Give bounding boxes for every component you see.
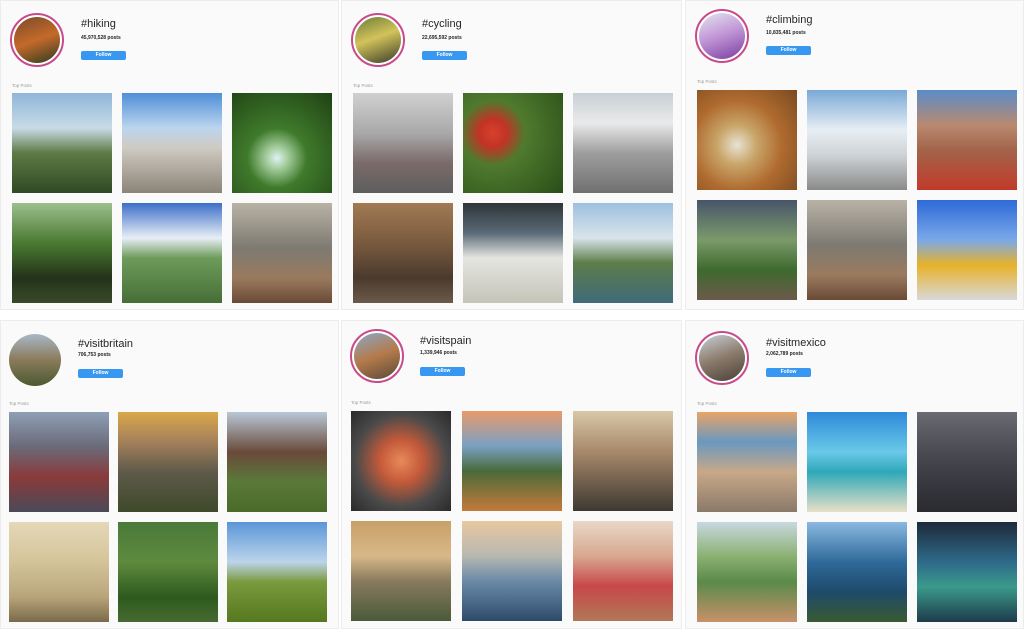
post-thumbnail[interactable] (917, 200, 1017, 300)
tag-panel-cycling: #cycling 22,695,592 posts Follow Top Pos… (341, 0, 682, 310)
top-posts-label: Top Posts (9, 401, 29, 406)
post-thumbnail[interactable] (697, 200, 797, 300)
top-posts-label: Top Posts (12, 83, 32, 88)
post-thumbnail[interactable] (917, 90, 1017, 190)
tag-panel-hiking: #hiking 45,970,528 posts Follow Top Post… (0, 0, 339, 310)
top-posts-label: Top Posts (697, 79, 717, 84)
top-posts-grid (12, 93, 332, 303)
hashtag-title: #climbing (766, 14, 813, 26)
post-thumbnail[interactable] (917, 522, 1017, 622)
post-thumbnail[interactable] (573, 203, 673, 303)
top-posts-grid (351, 411, 673, 621)
profile-avatar[interactable] (10, 13, 64, 67)
follow-button[interactable]: Follow (420, 367, 465, 376)
tag-panel-climbing: #climbing 10,835,481 posts Follow Top Po… (685, 0, 1024, 310)
follow-button[interactable]: Follow (422, 51, 467, 60)
profile-avatar[interactable] (350, 329, 404, 383)
post-count: 10,835,481 posts (766, 30, 806, 36)
hashtag-title: #hiking (81, 18, 116, 30)
hashtag-title: #visitmexico (766, 337, 826, 349)
post-thumbnail[interactable] (118, 522, 218, 622)
hashtag-title: #visitspain (420, 335, 472, 347)
post-count: 45,970,528 posts (81, 35, 121, 41)
post-thumbnail[interactable] (351, 521, 451, 621)
avatar-image (354, 333, 400, 379)
top-posts-grid (697, 412, 1017, 622)
hashtag-title: #visitbritain (78, 338, 134, 350)
profile-avatar[interactable] (695, 9, 749, 63)
avatar-image (355, 17, 401, 63)
follow-button[interactable]: Follow (766, 368, 811, 377)
follow-button[interactable]: Follow (78, 369, 123, 378)
post-thumbnail[interactable] (122, 203, 222, 303)
top-posts-grid (353, 93, 673, 303)
post-thumbnail[interactable] (9, 522, 109, 622)
post-thumbnail[interactable] (353, 203, 453, 303)
post-thumbnail[interactable] (12, 93, 112, 193)
post-thumbnail[interactable] (122, 93, 222, 193)
post-count: 1,339,946 posts (420, 350, 457, 356)
post-thumbnail[interactable] (351, 411, 451, 511)
top-posts-label: Top Posts (351, 400, 371, 405)
profile-avatar[interactable] (695, 331, 749, 385)
post-thumbnail[interactable] (573, 411, 673, 511)
post-thumbnail[interactable] (573, 93, 673, 193)
post-thumbnail[interactable] (462, 521, 562, 621)
top-posts-label: Top Posts (697, 401, 717, 406)
top-posts-grid (9, 412, 327, 622)
tag-panel-visitspain: #visitspain 1,339,946 posts Follow Top P… (341, 320, 682, 629)
tag-panel-visitmexico: #visitmexico 2,062,789 posts Follow Top … (685, 320, 1024, 629)
post-thumbnail[interactable] (697, 522, 797, 622)
post-thumbnail[interactable] (9, 412, 109, 512)
post-count: 22,695,592 posts (422, 35, 462, 41)
avatar-image (699, 13, 745, 59)
top-posts-label: Top Posts (353, 83, 373, 88)
tag-panel-visitbritain: #visitbritain 706,753 posts Follow Top P… (0, 320, 339, 629)
post-thumbnail[interactable] (227, 412, 327, 512)
post-thumbnail[interactable] (697, 90, 797, 190)
post-thumbnail[interactable] (353, 93, 453, 193)
avatar-image (14, 17, 60, 63)
top-posts-grid (697, 90, 1017, 300)
post-thumbnail[interactable] (463, 203, 563, 303)
post-thumbnail[interactable] (232, 93, 332, 193)
post-count: 706,753 posts (78, 352, 111, 358)
post-thumbnail[interactable] (807, 412, 907, 512)
post-thumbnail[interactable] (807, 90, 907, 190)
post-thumbnail[interactable] (462, 411, 562, 511)
post-count: 2,062,789 posts (766, 351, 803, 357)
post-thumbnail[interactable] (232, 203, 332, 303)
profile-avatar[interactable] (9, 334, 61, 386)
follow-button[interactable]: Follow (81, 51, 126, 60)
post-thumbnail[interactable] (118, 412, 218, 512)
post-thumbnail[interactable] (807, 522, 907, 622)
post-thumbnail[interactable] (917, 412, 1017, 512)
post-thumbnail[interactable] (807, 200, 907, 300)
avatar-image (699, 335, 745, 381)
post-thumbnail[interactable] (227, 522, 327, 622)
post-thumbnail[interactable] (12, 203, 112, 303)
hashtag-title: #cycling (422, 18, 462, 30)
post-thumbnail[interactable] (463, 93, 563, 193)
profile-avatar[interactable] (351, 13, 405, 67)
follow-button[interactable]: Follow (766, 46, 811, 55)
avatar-image (9, 334, 61, 386)
post-thumbnail[interactable] (573, 521, 673, 621)
post-thumbnail[interactable] (697, 412, 797, 512)
